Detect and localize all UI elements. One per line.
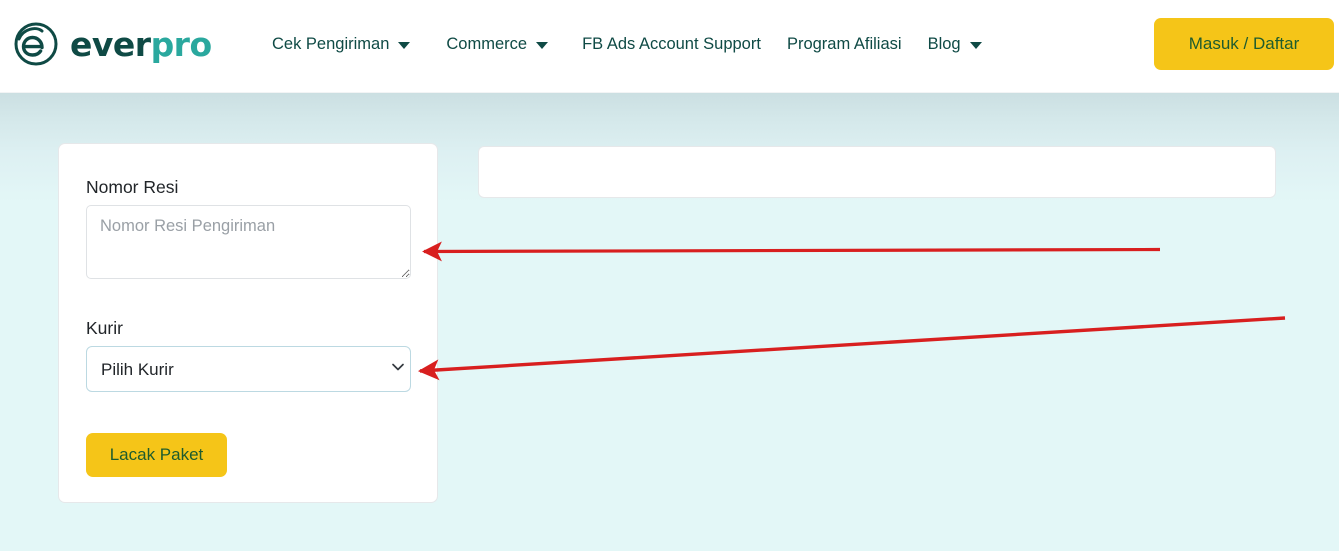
caret-down-icon (398, 42, 411, 49)
main-navigation: Cek Pengiriman Commerce FB Ads Account S… (272, 33, 982, 56)
nav-item-program-afiliasi-label: Program Afiliasi (786, 35, 902, 53)
site-header: everpro Cek Pengiriman Commerce FB Ads A… (0, 0, 1339, 93)
tracking-result-panel (478, 146, 1276, 198)
nav-item-program-afiliasi[interactable]: Program Afiliasi (787, 33, 902, 56)
everpro-circle-e-logo-icon (14, 22, 58, 66)
kurir-select[interactable]: Pilih Kurir (86, 346, 411, 392)
logo-text-pro: pro (150, 24, 213, 64)
resi-input[interactable] (86, 205, 411, 279)
caret-down-icon (536, 42, 549, 49)
login-register-button[interactable]: Masuk / Daftar (1154, 18, 1334, 70)
caret-down-icon (969, 42, 982, 49)
nav-item-blog-label: Blog (927, 35, 961, 53)
kurir-field-label: Kurir (86, 318, 123, 338)
nav-item-commerce-label: Commerce (446, 35, 528, 53)
nav-item-commerce[interactable]: Commerce (446, 33, 549, 56)
nav-item-fb-ads-account-support[interactable]: FB Ads Account Support (582, 33, 761, 56)
header-divider (0, 92, 1339, 93)
resi-field-label: Nomor Resi (86, 177, 179, 197)
nav-item-blog[interactable]: Blog (928, 33, 982, 56)
track-package-button[interactable]: Lacak Paket (86, 433, 227, 477)
nav-item-fb-ads-account-support-label: FB Ads Account Support (582, 35, 761, 53)
logo-text-ever: ever (70, 24, 151, 64)
nav-item-cek-pengiriman-label: Cek Pengiriman (272, 35, 390, 53)
everpro-logo[interactable]: everpro (12, 20, 212, 68)
logo-wordmark: everpro (70, 28, 212, 61)
nav-item-cek-pengiriman[interactable]: Cek Pengiriman (272, 33, 411, 56)
